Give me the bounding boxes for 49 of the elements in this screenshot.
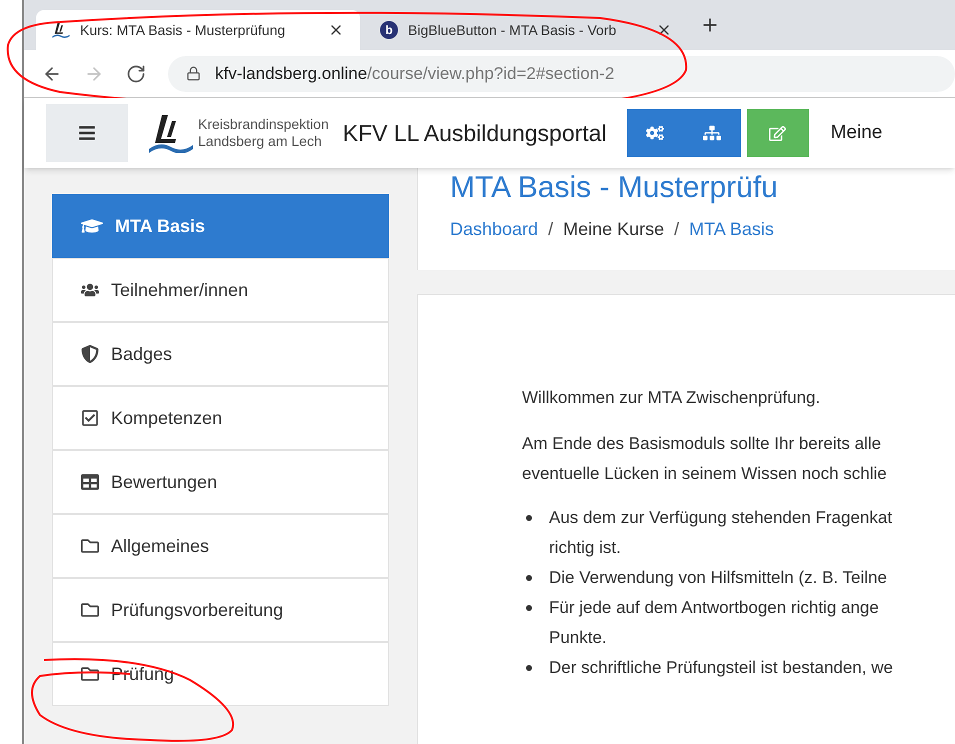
address-bar[interactable]: kfv-landsberg.online/course/view.php?id=2#section-2 bbox=[168, 56, 955, 92]
browser-tab[interactable]: Kurs: MTA Basis - Musterprüfung bbox=[36, 10, 360, 50]
menu-button[interactable] bbox=[46, 104, 128, 162]
sidebar-item[interactable]: Allgemeines bbox=[52, 514, 389, 578]
table-icon bbox=[81, 473, 99, 491]
folder-icon bbox=[81, 601, 99, 619]
user-menu[interactable]: Meine bbox=[830, 118, 882, 148]
folder-icon bbox=[81, 537, 99, 555]
logo-icon bbox=[148, 113, 194, 153]
sidebar-item[interactable]: Bewertungen bbox=[52, 450, 389, 514]
url-host: kfv-landsberg.online bbox=[215, 62, 368, 85]
sidebar-item[interactable]: Prüfungsvorbereitung bbox=[52, 578, 389, 642]
breadcrumb-link[interactable]: Dashboard bbox=[450, 216, 538, 243]
page-heading: MTA Basis - Musterprüfu bbox=[450, 170, 779, 206]
reload-icon[interactable] bbox=[126, 64, 146, 84]
folder-icon bbox=[81, 665, 99, 683]
lock-icon bbox=[186, 66, 201, 81]
shield-icon bbox=[81, 345, 99, 363]
breadcrumb-link[interactable]: MTA Basis bbox=[689, 216, 774, 243]
breadcrumb-text: Meine Kurse bbox=[563, 218, 664, 241]
sidebar-item[interactable]: Badges bbox=[52, 322, 389, 386]
logo-text: Kreisbrandinspektion Landsberg am Lech bbox=[198, 116, 329, 150]
breadcrumb-separator: / bbox=[674, 218, 680, 241]
sidebar-item[interactable]: Kompetenzen bbox=[52, 386, 389, 450]
tab-title: Kurs: MTA Basis - Musterprüfung bbox=[80, 20, 286, 40]
checkbox-icon bbox=[81, 409, 99, 427]
list-item-text: Die Verwendung von Hilfsmitteln (z. B. Teilne bbox=[549, 566, 887, 588]
list-item-text: Der schriftliche Prüfungsteil ist bestanden, we bbox=[549, 656, 893, 678]
breadcrumb-separator: / bbox=[548, 218, 554, 241]
menu-icon bbox=[78, 124, 96, 142]
url-path: /course/view.php?id=2#section-2 bbox=[367, 62, 614, 85]
list-item-text: Aus dem zur Verfügung stehenden Fragenkat richtig ist. bbox=[549, 506, 892, 558]
edit-icon bbox=[769, 124, 786, 142]
favicon-icon: b bbox=[380, 21, 398, 39]
bullet-icon bbox=[526, 514, 532, 520]
paragraph-text: Am Ende des Basismoduls sollte Ihr bereits alle eventuelle Lücken in seinem Wissen noch schlie bbox=[522, 432, 888, 484]
users-icon bbox=[81, 281, 99, 299]
gears-icon[interactable] bbox=[646, 124, 664, 142]
intro-text: Willkommen zur MTA Zwischenprüfung. bbox=[522, 387, 822, 409]
bullet-icon bbox=[526, 664, 532, 670]
sitemap-icon[interactable] bbox=[703, 124, 722, 142]
bullet-icon bbox=[526, 604, 532, 610]
logo-icon bbox=[52, 21, 70, 39]
sidebar-item[interactable]: MTA Basis bbox=[52, 194, 389, 258]
bullet-icon bbox=[526, 574, 532, 580]
list-item-text: Für jede auf dem Antwortbogen richtig ange Punkte. bbox=[549, 596, 879, 648]
site-name: KFV LL Ausbildungsportal bbox=[342, 118, 607, 148]
tab-title: BigBlueButton - MTA Basis - Vorb bbox=[408, 20, 618, 40]
sidebar-item[interactable]: Teilnehmer/innen bbox=[52, 258, 389, 322]
